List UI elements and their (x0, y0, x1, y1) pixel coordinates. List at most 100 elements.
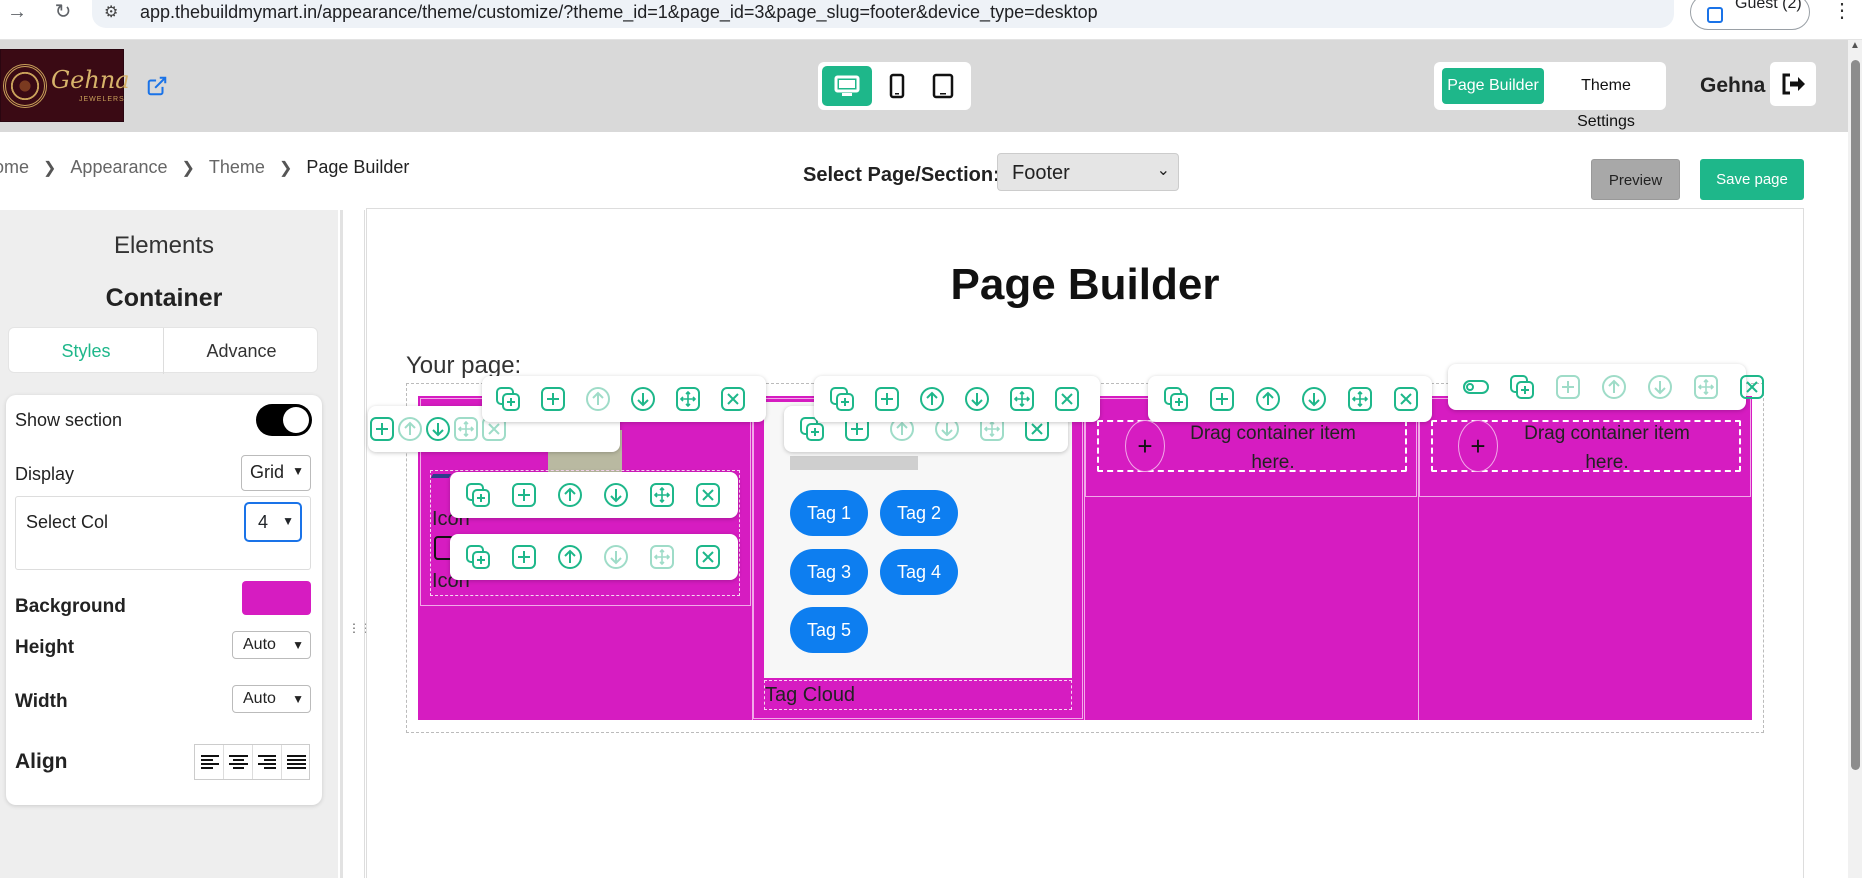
element-toolbar (1148, 376, 1432, 422)
chevron-right-icon: ❯ (43, 160, 57, 177)
display-select[interactable]: Grid ▼ (241, 455, 311, 491)
display-value: Grid (250, 462, 285, 482)
mode-tabs: Page Builder Theme Settings (1434, 62, 1666, 130)
element-toolbar (1448, 364, 1764, 410)
move-down-icon[interactable] (627, 383, 659, 415)
delete-icon[interactable] (692, 479, 724, 511)
move-up-icon[interactable] (554, 479, 586, 511)
move-down-icon[interactable] (600, 479, 632, 511)
add-icon[interactable] (1552, 371, 1584, 403)
preview-button[interactable]: Preview (1591, 159, 1680, 200)
move-up-icon[interactable] (554, 541, 586, 573)
store-logo[interactable]: Gehna JEWELERS (0, 49, 130, 122)
add-item-3-button[interactable]: + (1125, 420, 1165, 472)
drag-icon[interactable] (1006, 383, 1038, 415)
tab-styles[interactable]: Styles (9, 328, 164, 374)
height-value: Auto (243, 636, 276, 653)
external-link-icon[interactable] (146, 75, 168, 97)
align-left-button[interactable] (195, 745, 224, 779)
duplicate-icon[interactable] (1160, 383, 1192, 415)
tag-chip[interactable]: Tag 5 (790, 607, 868, 653)
move-down-icon[interactable] (1644, 371, 1676, 403)
breadcrumb-theme[interactable]: Theme (209, 157, 265, 178)
add-icon[interactable] (871, 383, 903, 415)
drag-icon[interactable] (1690, 371, 1722, 403)
add-icon[interactable] (508, 541, 540, 573)
save-page-button[interactable]: Save page (1700, 159, 1804, 200)
duplicate-icon[interactable] (492, 383, 524, 415)
duplicate-icon[interactable] (462, 541, 494, 573)
scroll-up-icon[interactable]: ▲ (1848, 40, 1862, 54)
resize-handle-icon[interactable]: ⋮⋮ (348, 621, 372, 637)
tab-theme-settings[interactable]: Theme Settings (1550, 68, 1662, 130)
drop-zone-4-text: Drag container item here. (1524, 423, 1690, 473)
profile-button[interactable]: Guest (2) (1690, 0, 1810, 30)
duplicate-icon[interactable] (1506, 371, 1538, 403)
page-select-label: Select Page/Section: (803, 164, 1000, 186)
add-icon[interactable] (1206, 383, 1238, 415)
site-settings-icon[interactable]: ⚙ (104, 2, 118, 22)
desktop-view-button[interactable] (822, 66, 872, 106)
add-icon[interactable] (537, 383, 569, 415)
move-up-icon[interactable] (1598, 371, 1630, 403)
breadcrumb-appearance[interactable]: Appearance (70, 157, 167, 178)
breadcrumb-home[interactable]: ome (0, 157, 29, 178)
show-section-toggle[interactable] (256, 404, 312, 436)
duplicate-icon[interactable] (462, 479, 494, 511)
reload-icon[interactable]: ↻ (50, 2, 76, 28)
tag-chip[interactable]: Tag 2 (880, 490, 958, 536)
tag-cloud-label: Tag Cloud (765, 684, 856, 706)
delete-icon[interactable] (1051, 383, 1083, 415)
mobile-view-button[interactable] (872, 66, 922, 106)
browser-menu-icon[interactable]: ⋮ (1832, 0, 1852, 23)
tag-cloud-heading-placeholder (790, 456, 918, 470)
align-center-button[interactable] (224, 745, 253, 779)
duplicate-icon[interactable] (826, 383, 858, 415)
breadcrumb-current: Page Builder (306, 157, 410, 177)
height-select[interactable]: Auto ▼ (232, 631, 311, 659)
user-name: Gehna (1700, 74, 1766, 97)
tag-chip[interactable]: Tag 3 (790, 549, 868, 595)
chevron-down-icon: ▼ (292, 692, 304, 706)
width-select[interactable]: Auto ▼ (232, 685, 311, 713)
drag-icon[interactable] (1344, 383, 1376, 415)
toggle-icon[interactable] (1460, 371, 1492, 403)
tag-chip[interactable]: Tag 1 (790, 490, 868, 536)
tab-page-builder[interactable]: Page Builder (1442, 68, 1544, 104)
tag-chip[interactable]: Tag 4 (880, 549, 958, 595)
width-value: Auto (243, 690, 276, 707)
style-tabs: Styles Advance (8, 327, 319, 374)
add-icon[interactable] (508, 479, 540, 511)
drag-icon[interactable] (646, 541, 678, 573)
tablet-icon (932, 73, 954, 99)
select-col-select[interactable]: 4 ▼ (244, 502, 302, 542)
move-down-icon[interactable] (1298, 383, 1330, 415)
drag-icon[interactable] (646, 479, 678, 511)
align-center-icon (229, 755, 248, 769)
delete-icon[interactable] (692, 541, 724, 573)
move-up-icon[interactable] (1252, 383, 1284, 415)
show-section-label: Show section (15, 410, 123, 430)
delete-icon[interactable] (717, 383, 749, 415)
address-bar[interactable]: ⚙ app.thebuildmymart.in/appearance/theme… (92, 0, 1674, 28)
forward-icon[interactable]: → (4, 2, 30, 28)
align-right-button[interactable] (253, 745, 282, 779)
move-down-icon[interactable] (961, 383, 993, 415)
background-color-swatch[interactable] (242, 581, 311, 615)
align-justify-button[interactable] (282, 745, 311, 779)
move-down-icon[interactable] (600, 541, 632, 573)
move-up-icon[interactable] (916, 383, 948, 415)
add-item-4-button[interactable]: + (1458, 420, 1498, 472)
tablet-view-button[interactable] (918, 66, 968, 106)
move-up-icon[interactable] (582, 383, 614, 415)
scrollbar-thumb[interactable] (1851, 60, 1860, 770)
canvas-edge (364, 210, 365, 878)
delete-icon[interactable] (1736, 371, 1768, 403)
tab-advance[interactable]: Advance (164, 328, 319, 374)
logout-button[interactable] (1770, 62, 1816, 106)
browser-toolbar: → ↻ ⚙ app.thebuildmymart.in/appearance/t… (0, 0, 1862, 40)
delete-icon[interactable] (1390, 383, 1422, 415)
page-section-select[interactable]: Footer ⌄ (997, 153, 1179, 191)
chevron-right-icon: ❯ (278, 160, 293, 177)
drag-icon[interactable] (672, 383, 704, 415)
